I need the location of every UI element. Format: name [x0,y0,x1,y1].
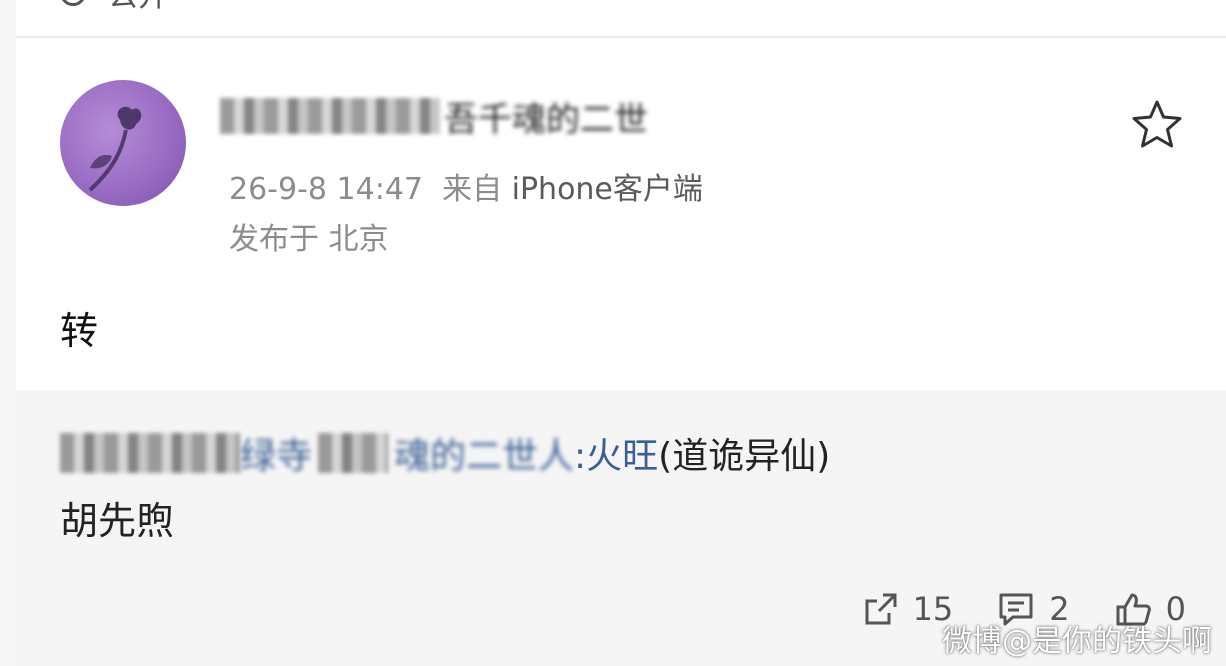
quoted-author[interactable]: 绿寺 魂的二世人 :火旺 (道诡异仙) [60,428,830,478]
quoted-name-mosaic [60,433,240,473]
quoted-text: 胡先煦 [60,499,175,543]
visibility-row[interactable]: 公开 [60,0,168,14]
globe-icon [60,0,86,6]
post-meta: 26-9-8 14:47 来自 iPhone客户端 [229,164,703,208]
watermark: 微博@是你的铁头啊 [942,624,1212,659]
quoted-author-fragment-1: 绿寺 [240,436,313,477]
avatar[interactable] [60,80,186,206]
post-date: 26-9-8 14:47 [229,172,423,207]
location-prefix: 发布于 [229,222,319,257]
name-mosaic [220,98,440,134]
repost-icon [865,593,897,625]
visibility-label: 公开 [108,0,168,15]
quoted-author-suffix: (道诡异仙) [658,436,831,477]
left-edge [0,0,16,666]
divider [16,36,1226,38]
post-body: 转 [60,309,99,353]
quoted-author-fragment-2: 魂的二世人 [394,436,575,477]
post-location: 发布于 北京 [229,214,389,258]
post-source: iPhone客户端 [511,172,703,207]
location-value: 北京 [328,222,389,257]
weibo-post-screen: 公开 吾千魂的二世 26-9-8 14:47 来自 iPhone客户端 发布于 … [0,0,1226,666]
repost-button[interactable]: 15 [863,590,953,628]
author-name-redacted[interactable]: 吾千魂的二世 [220,96,648,140]
author-name-fragment: 吾千魂的二世 [444,99,648,140]
quoted-author-clear: :火旺 [574,436,659,477]
star-icon[interactable] [1130,98,1184,152]
avatar-rose-image [88,106,142,192]
quoted-name-mosaic-2 [318,433,389,473]
source-prefix: 来自 [442,172,503,207]
